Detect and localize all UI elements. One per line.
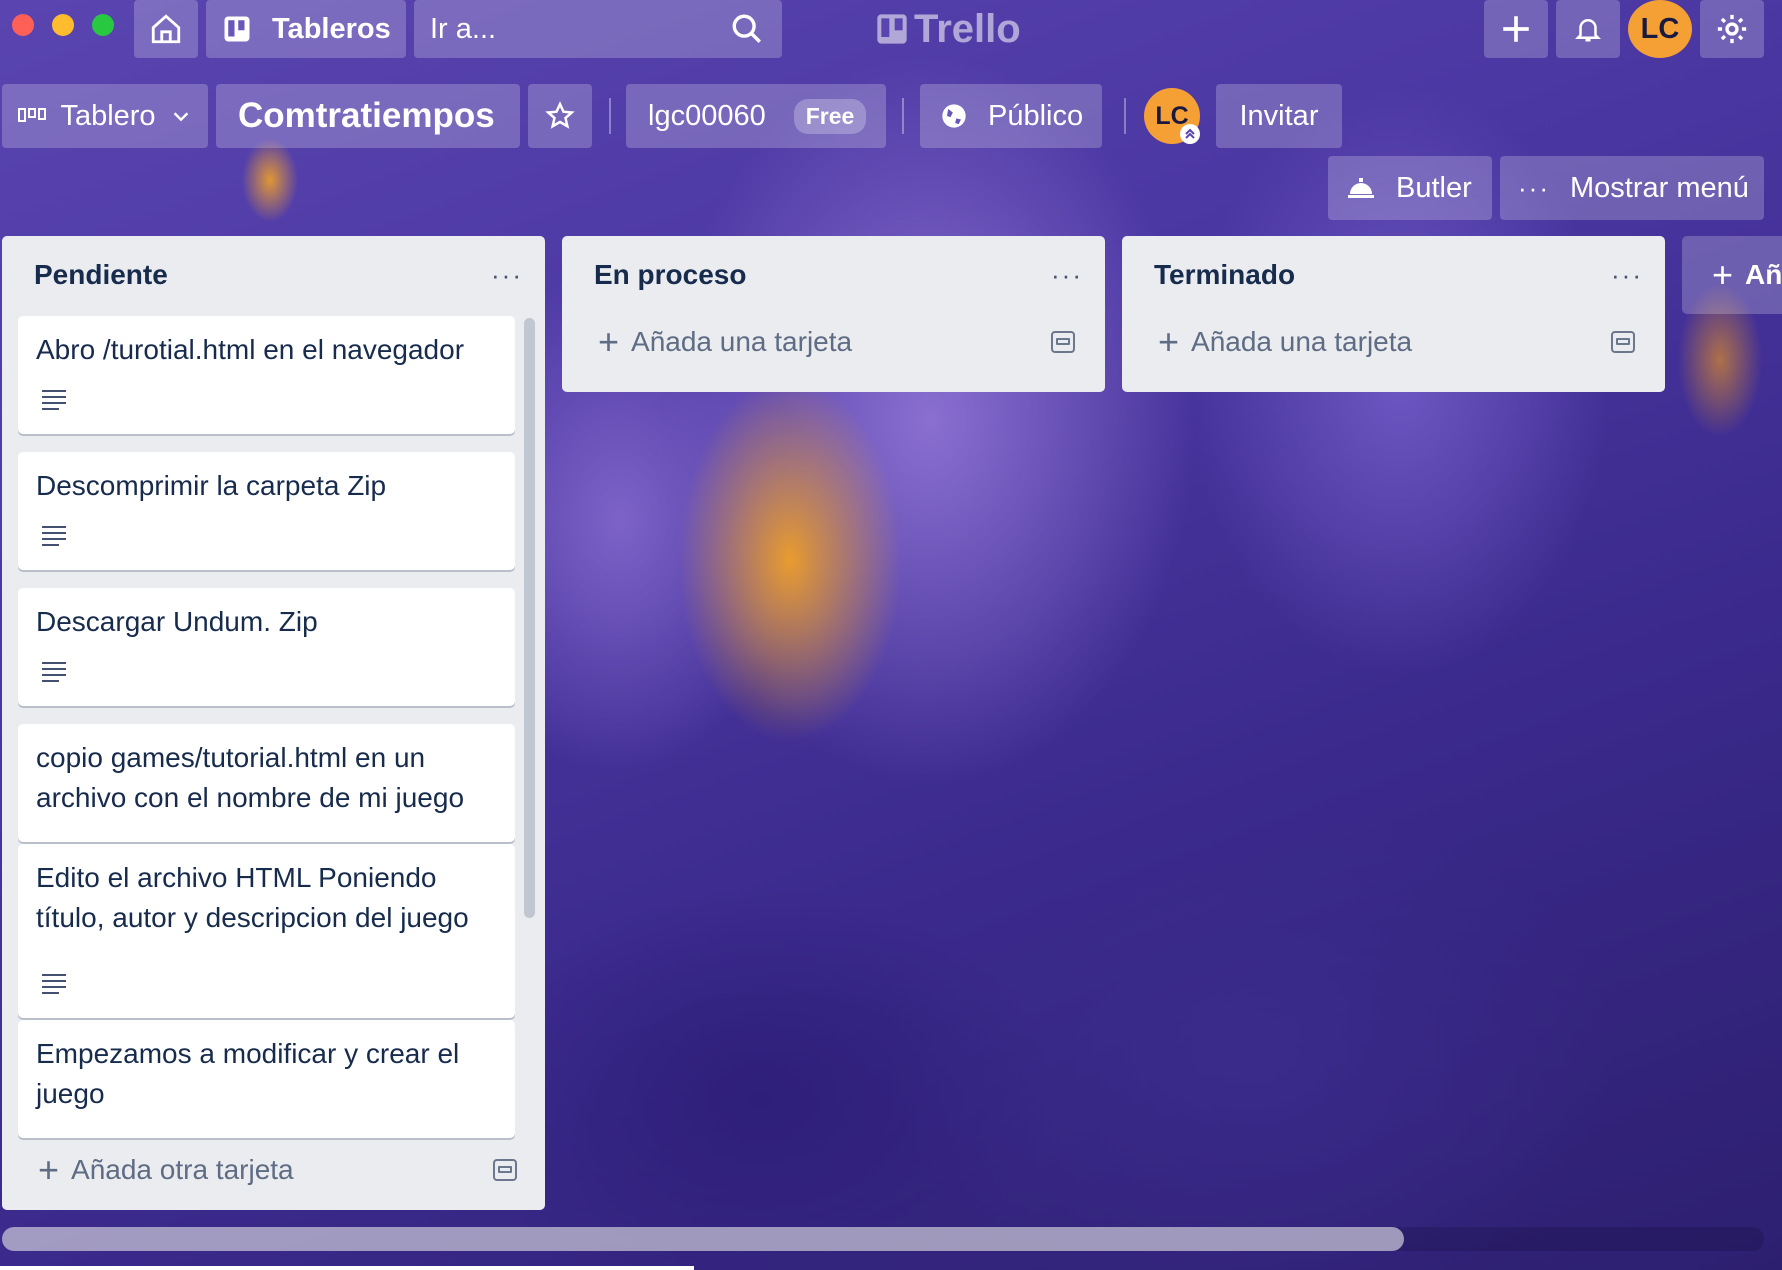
view-label: Tablero	[60, 99, 156, 132]
zoom-window-button[interactable]	[92, 14, 114, 36]
board-view-icon	[18, 108, 46, 122]
create-button[interactable]	[1484, 0, 1548, 58]
plan-badge: Free	[793, 98, 867, 134]
plus-icon: +	[1158, 321, 1180, 362]
card[interactable]: Descargar Undum. Zip	[18, 588, 515, 706]
add-list-label: Añ	[1745, 259, 1782, 290]
minimize-window-button[interactable]	[52, 14, 74, 36]
add-card-button[interactable]: + Añada una tarjeta	[1122, 314, 1665, 370]
plus-icon: +	[598, 321, 620, 362]
description-icon	[42, 662, 66, 682]
invite-button[interactable]: Invitar	[1216, 84, 1342, 148]
list-terminado: Terminado ··· + Añada una tarjeta	[1122, 236, 1665, 392]
view-switcher[interactable]: Tablero	[2, 84, 208, 148]
plus-icon	[1503, 16, 1529, 42]
trello-logo-text: Trello	[914, 6, 1021, 51]
trello-logo[interactable]: Trello	[876, 6, 1021, 52]
header-divider	[902, 98, 904, 134]
add-card-label: Añada una tarjeta	[1191, 326, 1413, 357]
home-button[interactable]	[134, 0, 198, 58]
plus-icon: +	[38, 1149, 60, 1190]
close-window-button[interactable]	[12, 14, 34, 36]
header-divider	[1124, 98, 1126, 134]
card-title: Descomprimir la carpeta Zip	[36, 470, 387, 501]
list-title[interactable]: Pendiente	[34, 259, 168, 291]
visibility-label: Público	[988, 99, 1084, 132]
card[interactable]: Abro /turotial.html en el navegador	[18, 316, 515, 434]
list-scrollbar[interactable]	[524, 318, 535, 918]
card-template-icon[interactable]	[493, 1159, 517, 1181]
butler-button[interactable]: Butler	[1328, 156, 1492, 220]
description-icon	[42, 974, 66, 994]
trello-logo-icon	[877, 14, 907, 44]
card-title: copio games/tutorial.html en un archivo …	[36, 742, 465, 813]
butler-bell-icon	[1348, 178, 1374, 198]
list-menu-icon[interactable]: ···	[1051, 262, 1083, 288]
list-en-proceso: En proceso ··· + Añada una tarjeta	[562, 236, 1105, 392]
description-icon	[42, 526, 66, 546]
list-pendiente: Pendiente ··· Abro /turotial.html en el …	[2, 236, 545, 1210]
boards-label: Tableros	[272, 12, 391, 45]
user-avatar[interactable]: LC	[1628, 0, 1692, 58]
home-icon	[151, 14, 181, 44]
workspace-button[interactable]: lgc00060 Free	[626, 84, 886, 148]
search-icon	[732, 14, 761, 43]
globe-icon	[942, 104, 966, 128]
description-icon	[42, 390, 66, 410]
window-bottom-edge	[0, 1266, 694, 1270]
list-menu-icon[interactable]: ···	[1611, 262, 1643, 288]
card-title: Edito el archivo HTML Poniendo título, a…	[36, 862, 469, 933]
card[interactable]: Edito el archivo HTML Poniendo título, a…	[18, 844, 515, 1018]
more-dots-icon: ···	[1518, 172, 1550, 203]
search-placeholder: Ir a...	[430, 12, 497, 45]
add-card-label: Añada una tarjeta	[631, 326, 853, 357]
list-header: Terminado ···	[1122, 236, 1665, 314]
star-button[interactable]	[528, 84, 592, 148]
board-title[interactable]: Comtratiempos	[216, 84, 520, 148]
gear-icon	[1717, 14, 1747, 44]
card-title: Descargar Undum. Zip	[36, 606, 318, 637]
list-title[interactable]: Terminado	[1154, 259, 1295, 291]
card[interactable]: Empezamos a modificar y crear el juego	[18, 1020, 515, 1138]
add-list-button[interactable]: + Añ	[1682, 236, 1782, 314]
add-card-label: Añada otra tarjeta	[71, 1154, 294, 1185]
card[interactable]: copio games/tutorial.html en un archivo …	[18, 724, 515, 842]
list-title[interactable]: En proceso	[594, 259, 746, 291]
list-header: En proceso ···	[562, 236, 1105, 314]
plus-icon: +	[1712, 254, 1734, 295]
card-title: Empezamos a modificar y crear el juego	[36, 1038, 460, 1109]
admin-chevron-icon	[1180, 124, 1200, 144]
search-input[interactable]: Ir a...	[414, 0, 782, 58]
card-title: Abro /turotial.html en el navegador	[36, 334, 465, 365]
card[interactable]: Descomprimir la carpeta Zip	[18, 452, 515, 570]
bell-icon	[1574, 19, 1602, 42]
header-divider	[609, 98, 611, 134]
butler-label: Butler	[1396, 171, 1472, 204]
settings-button[interactable]	[1700, 0, 1764, 58]
card-template-icon[interactable]	[1051, 331, 1075, 353]
show-menu-button[interactable]: ··· Mostrar menú	[1500, 156, 1764, 220]
visibility-button[interactable]: Público	[920, 84, 1102, 148]
boards-button[interactable]: Tableros	[206, 0, 406, 58]
add-card-button[interactable]: + Añada otra tarjeta	[38, 1142, 517, 1198]
star-icon	[545, 101, 575, 129]
horizontal-scrollbar-thumb[interactable]	[2, 1227, 1404, 1251]
boards-icon	[224, 16, 250, 42]
list-menu-icon[interactable]: ···	[491, 262, 523, 288]
card-template-icon[interactable]	[1611, 331, 1635, 353]
add-card-button[interactable]: + Añada una tarjeta	[562, 314, 1105, 370]
chevron-down-icon	[173, 112, 189, 122]
list-header: Pendiente ···	[2, 236, 545, 314]
show-menu-label: Mostrar menú	[1569, 171, 1749, 204]
notifications-button[interactable]	[1556, 0, 1620, 58]
workspace-name: lgc00060	[648, 99, 766, 132]
